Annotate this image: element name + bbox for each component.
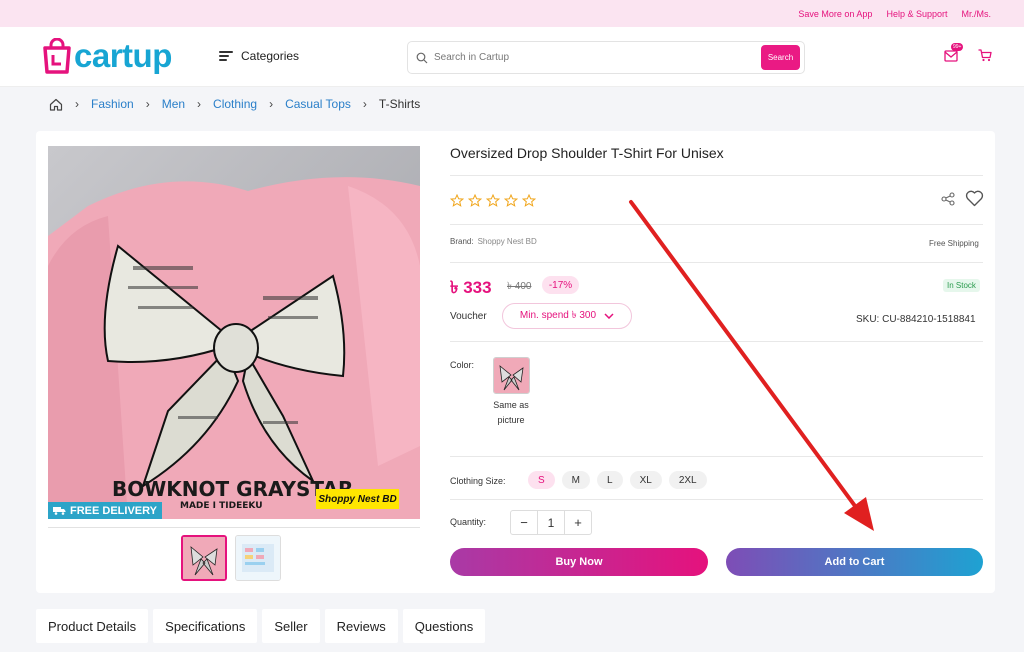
size-option-xl[interactable]: XL [629,471,662,489]
product-main-image[interactable]: BOWKNOT GRAYSTAR MADE I TIDEEKU [48,146,420,519]
breadcrumb: › Fashion › Men › Clothing › Casual Tops… [49,97,420,111]
star-icon [486,194,500,207]
quantity-value[interactable]: 1 [537,511,565,534]
decrease-quantity-button[interactable]: − [511,515,537,530]
free-delivery-badge: FREE DELIVERY [48,502,162,519]
gallery-divider [48,527,420,528]
voucher-value: Min. spend ৳ 300 [519,309,597,321]
menu-icon [219,51,233,61]
star-icon [522,194,536,207]
voucher-dropdown[interactable]: Min. spend ৳ 300 [502,303,632,329]
cart-icon[interactable] [978,49,992,67]
brand-info: Brand: Shoppy Nest BD [450,237,537,246]
shirt-print-subtitle: MADE I TIDEEKU [180,501,263,511]
breadcrumb-clothing[interactable]: Clothing [213,97,257,111]
account-link[interactable]: Mr./Ms. [962,9,992,19]
search-bar: Search [407,41,805,74]
discount-badge: -17% [542,276,579,294]
size-option-m[interactable]: M [561,471,591,489]
tab-product-details[interactable]: Product Details [36,609,149,643]
brand-label: Brand: [450,237,474,246]
star-icon [468,194,482,207]
size-options: S M L XL 2XL [528,471,707,489]
breadcrumb-men[interactable]: Men [162,97,185,111]
color-option-swatch[interactable] [493,357,530,394]
top-bar: Save More on App Help & Support Mr./Ms. [0,0,1024,27]
rating-stars [450,194,536,207]
divider [450,175,983,176]
chevron-right-icon: › [362,97,367,111]
size-option-2xl[interactable]: 2XL [668,471,707,489]
truck-icon [53,507,66,515]
brand-value[interactable]: Shoppy Nest BD [478,237,537,246]
search-input[interactable] [434,52,804,63]
categories-menu-button[interactable]: Categories [219,49,299,63]
size-option-s[interactable]: S [528,471,555,489]
save-more-on-app-link[interactable]: Save More on App [798,9,872,19]
breadcrumb-casual-tops[interactable]: Casual Tops [285,97,351,111]
home-icon[interactable] [49,98,63,111]
cartup-logo[interactable]: cartup [42,37,172,75]
divider [450,224,983,225]
chevron-right-icon: › [197,97,202,111]
buy-now-button[interactable]: Buy Now [450,548,708,576]
wishlist-heart-icon[interactable] [965,190,984,212]
search-button[interactable]: Search [761,45,800,70]
free-delivery-text: FREE DELIVERY [70,504,157,517]
messages-icon[interactable] [944,49,958,67]
voucher-label: Voucher [450,311,487,322]
tab-seller[interactable]: Seller [262,609,320,643]
stock-status-badge: In Stock [943,279,980,292]
size-option-l[interactable]: L [597,471,623,489]
breadcrumb-fashion[interactable]: Fashion [91,97,134,111]
categories-label: Categories [241,49,300,63]
increase-quantity-button[interactable]: + [565,515,591,530]
divider [450,456,983,457]
color-option-name: Same as picture [493,400,529,425]
divider [450,262,983,263]
shop-watermark-label: Shoppy Nest BD [316,489,399,509]
chevron-down-icon [604,313,614,319]
star-icon [504,194,518,207]
tab-specifications[interactable]: Specifications [153,609,258,643]
color-label: Color: [450,360,475,370]
product-info-tabs: Product Details Specifications Seller Re… [36,609,486,643]
quantity-label: Quantity: [450,517,487,527]
divider [450,499,983,500]
breadcrumb-current: T-Shirts [378,97,421,111]
star-icon [450,194,464,207]
sku-label: SKU: CU-884210-1518841 [856,314,976,325]
current-price: ৳ 333 [450,278,492,297]
message-count-badge: 99+ [951,43,964,51]
thumbnail-1[interactable] [181,535,227,581]
original-price: ৳ 400 [507,281,532,292]
free-shipping-label: Free Shipping [929,239,979,248]
help-support-link[interactable]: Help & Support [886,9,947,19]
quantity-stepper: − 1 + [510,510,592,535]
tab-questions[interactable]: Questions [402,609,486,643]
tab-reviews[interactable]: Reviews [324,609,398,643]
logo-text: cartup [74,37,172,74]
size-label: Clothing Size: [450,476,506,486]
chevron-right-icon: › [145,97,150,111]
chevron-right-icon: › [75,97,79,111]
site-header: cartup Categories Search 99+ [0,27,1024,87]
share-icon[interactable] [941,192,955,211]
chevron-right-icon: › [269,97,274,111]
thumbnail-2[interactable] [235,535,281,581]
shopping-bag-logo-icon [42,37,72,74]
search-icon [416,52,428,63]
divider [450,341,983,342]
add-to-cart-button[interactable]: Add to Cart [726,548,983,576]
product-title: Oversized Drop Shoulder T-Shirt For Unis… [450,145,724,161]
